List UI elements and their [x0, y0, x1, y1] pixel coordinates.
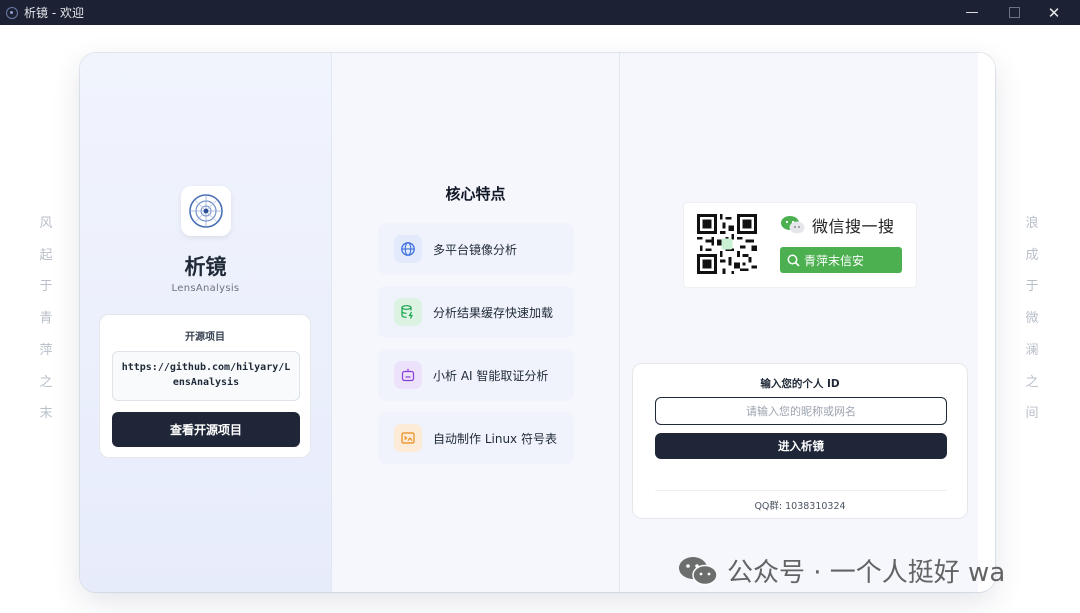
- poem-char: 起: [39, 247, 53, 263]
- feature-item: 分析结果缓存快速加载: [378, 286, 574, 338]
- app-name: 析镜: [184, 255, 227, 279]
- feature-item: 小析 AI 智能取证分析: [378, 349, 574, 401]
- poem-char: 萍: [39, 342, 53, 358]
- close-button[interactable]: ✕: [1034, 0, 1074, 25]
- app-subtitle: LensAnalysis: [171, 283, 240, 294]
- id-entry-title: 输入您的个人 ID: [760, 378, 840, 390]
- feature-label: 自动制作 Linux 符号表: [433, 431, 557, 446]
- watermark: 公众号 · 一个人挺好 wa: [677, 552, 1005, 589]
- feature-label: 分析结果缓存快速加载: [433, 305, 554, 320]
- poem-right: 浪 成 于 微 澜 之 间: [1022, 208, 1042, 430]
- wechat-watermark-icon: [677, 555, 719, 587]
- poem-char: 微: [1025, 311, 1039, 327]
- nickname-input[interactable]: [655, 397, 947, 425]
- login-panel: 微信搜一搜 青萍末信安 输入您的个人 ID 进入析镜 QQ群: 10383103…: [620, 53, 995, 592]
- id-entry-card: 输入您的个人 ID 进入析镜 QQ群: 1038310324: [632, 363, 968, 519]
- poem-char: 于: [39, 279, 53, 295]
- poem-char: 于: [1025, 279, 1039, 295]
- wechat-promo: 微信搜一搜 青萍末信安: [684, 203, 916, 287]
- poem-char: 风: [39, 216, 53, 231]
- qr-code-icon: [697, 214, 757, 274]
- divider: [655, 490, 947, 491]
- database-lightning-icon: [394, 298, 422, 326]
- brand-panel: 析镜 LensAnalysis 开源项目 https://github.com/…: [80, 53, 332, 592]
- app-lens-icon: [6, 6, 18, 19]
- poem-char: 成: [1025, 247, 1039, 263]
- poem-char: 青: [39, 311, 53, 327]
- enter-app-button[interactable]: 进入析镜: [655, 433, 947, 459]
- poem-char: 澜: [1025, 342, 1039, 358]
- robot-icon: [394, 361, 422, 389]
- wechat-search-box: 青萍末信安: [780, 247, 902, 273]
- search-icon: [787, 254, 800, 267]
- feature-label: 多平台镜像分析: [433, 242, 518, 257]
- poem-left: 风 起 于 青 萍 之 末: [36, 208, 56, 430]
- panel-edge: [978, 53, 995, 592]
- lens-icon: [189, 194, 223, 228]
- welcome-card: 析镜 LensAnalysis 开源项目 https://github.com/…: [80, 53, 995, 592]
- wechat-search-row: 微信搜一搜: [780, 213, 895, 237]
- poem-char: 浪: [1025, 216, 1039, 231]
- feature-label: 小析 AI 智能取证分析: [433, 368, 549, 383]
- wechat-search-text: 青萍末信安: [804, 253, 865, 268]
- maximize-icon: [1008, 7, 1020, 18]
- wechat-icon: [781, 216, 805, 234]
- globe-icon: [394, 235, 422, 263]
- poem-char: 间: [1025, 406, 1039, 422]
- qq-group-text: QQ群: 1038310324: [754, 501, 846, 512]
- minimize-button[interactable]: —: [952, 0, 992, 25]
- features-panel: 核心特点 多平台镜像分析 分析结果缓存快速加载 小析 AI 智能取证分析 自动制…: [332, 53, 620, 592]
- repo-url[interactable]: https://github.com/hilyary/LensAnalysis: [112, 351, 300, 401]
- app-logo: [181, 186, 231, 236]
- terminal-image-icon: [394, 424, 422, 452]
- poem-char: 之: [1025, 374, 1039, 390]
- features-title: 核心特点: [445, 185, 506, 203]
- view-project-button[interactable]: 查看开源项目: [112, 412, 300, 447]
- feature-item: 多平台镜像分析: [378, 223, 574, 275]
- window-title: 析镜 - 欢迎: [24, 6, 84, 20]
- feature-item: 自动制作 Linux 符号表: [378, 412, 574, 464]
- open-source-card: 开源项目 https://github.com/hilyary/LensAnal…: [99, 314, 311, 458]
- maximize-button[interactable]: [994, 0, 1034, 25]
- poem-char: 之: [39, 374, 53, 390]
- window-titlebar: 析镜 - 欢迎 — ✕: [0, 0, 1080, 25]
- poem-char: 末: [39, 406, 53, 422]
- watermark-text: 公众号 · 一个人挺好 wa: [727, 558, 1006, 588]
- open-source-title: 开源项目: [185, 332, 225, 343]
- wechat-search-label: 微信搜一搜: [812, 217, 895, 236]
